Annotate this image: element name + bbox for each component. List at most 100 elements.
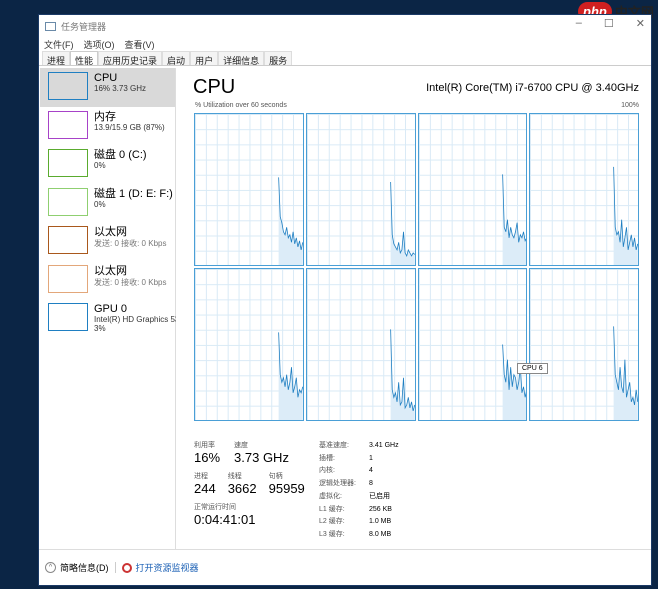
util-label: 利用率: [194, 442, 215, 449]
core-graph: [194, 113, 304, 266]
sidebar-thumbnail-graph: [48, 226, 88, 254]
core-usage-area: [613, 166, 638, 265]
sidebar-item-detail: 0%: [94, 161, 106, 170]
chevron-up-icon[interactable]: ^: [45, 562, 56, 573]
core-graph: [529, 268, 639, 421]
tab-users[interactable]: 用户: [190, 51, 219, 66]
uptime-value: 0:04:41:01: [194, 512, 256, 527]
graph-caption: % Utilization over 60 seconds: [195, 102, 287, 109]
sidebar-item-name: 磁盘 1 (D: E: F:): [94, 187, 173, 200]
maximize-button[interactable]: ☐: [604, 17, 614, 30]
spec-label: L3 缓存:: [319, 530, 345, 538]
sidebar-item[interactable]: 磁盘 1 (D: E: F:) 0%: [40, 184, 175, 223]
sidebar-item-name: 以太网: [94, 264, 127, 277]
handles-label: 句柄: [268, 473, 283, 480]
speed-label: 速度: [234, 442, 249, 449]
page-title: CPU: [193, 76, 236, 98]
tab-services[interactable]: 服务: [264, 51, 293, 66]
tab-bar: 进程 性能 应用历史记录 启动 用户 详细信息 服务: [39, 51, 651, 66]
open-resource-monitor-link[interactable]: 打开资源监视器: [136, 561, 199, 574]
sidebar-item[interactable]: CPU 16% 3.73 GHz: [40, 68, 175, 107]
sidebar-thumbnail-graph: [48, 110, 88, 139]
tab-processes[interactable]: 进程: [42, 51, 71, 66]
window-title: 任务管理器: [61, 21, 107, 32]
core-usage-area: [390, 181, 415, 265]
fewer-details-button[interactable]: 简略信息(D): [60, 561, 109, 574]
resource-monitor-icon: [121, 562, 132, 573]
spec-label: 内核:: [319, 467, 335, 475]
core-graph: [417, 113, 528, 266]
core-graph: [305, 113, 416, 266]
sidebar-thumbnail-graph: [48, 149, 88, 177]
sidebar-item[interactable]: 磁盘 0 (C:) 0%: [40, 145, 175, 184]
task-manager-icon: [45, 21, 56, 31]
sidebar-item[interactable]: 以太网 发送: 0 接收: 0 Kbps: [40, 261, 175, 300]
sidebar-thumbnail-graph: [48, 187, 88, 216]
sidebar-item[interactable]: 内存 13.9/15.9 GB (87%): [40, 107, 175, 146]
sidebar-item-detail: 0%: [94, 199, 106, 209]
sidebar-item[interactable]: GPU 0 Intel(R) HD Graphics 530 3%: [40, 299, 176, 338]
util-value: 16%: [194, 450, 221, 465]
sidebar-item-name: CPU: [94, 72, 118, 84]
speed-value: 3.73 GHz: [234, 450, 289, 465]
sidebar-item-name: GPU 0: [94, 303, 128, 315]
sidebar-item-name: 内存: [94, 110, 116, 123]
sidebar-thumbnail-graph: [48, 72, 88, 100]
task-manager-window: 任务管理器 – ☐ ✕ 文件(F) 选项(O) 查看(V) 进程 性能 应用历史…: [38, 14, 652, 586]
spec-label: 基准速度:: [319, 442, 349, 449]
tab-app-history[interactable]: 应用历史记录: [98, 51, 163, 66]
threads-label: 线程: [227, 473, 242, 480]
processes-label: 进程: [194, 473, 208, 480]
spec-label: 逻辑处理器:: [319, 480, 356, 488]
close-button[interactable]: ✕: [636, 17, 645, 30]
handles-value: 95959: [268, 481, 305, 496]
sidebar-item-name: 磁盘 0 (C:): [94, 149, 147, 161]
menu-bar: 文件(F) 选项(O) 查看(V): [39, 37, 651, 51]
sidebar-item-detail: 13.9/15.9 GB (87%): [94, 122, 165, 132]
cpu-panel: CPU Intel(R) Core(TM) i7-6700 CPU @ 3.40…: [179, 68, 643, 549]
tab-details[interactable]: 详细信息: [218, 51, 265, 66]
spec-value: 已启用: [369, 492, 390, 500]
tab-performance[interactable]: 性能: [70, 51, 99, 66]
cpu-specs: 基准速度: 3.41 GHz 插槽: 1 内核: 4 逻辑处理器: 8 虚拟化: 已启用 L1 缓存…: [319, 440, 399, 542]
cpu-stats: 利用率 16% 速度 3.73 GHz 进程 244 线程 3662 句柄 95959 正…: [194, 440, 305, 527]
spec-label: 虚拟化:: [319, 492, 342, 500]
core-usage-area: [502, 174, 527, 265]
sidebar-item-name: 以太网: [94, 226, 127, 238]
spec-label: L2 缓存:: [319, 518, 345, 526]
menu-file[interactable]: 文件(F): [44, 38, 74, 51]
core-usage-area: [390, 329, 415, 420]
core-graph: [194, 268, 304, 421]
divider: [114, 562, 116, 573]
spec-label: L1 缓存:: [319, 505, 345, 513]
menu-options[interactable]: 选项(O): [84, 38, 115, 51]
title-bar: 任务管理器 – ☐ ✕: [39, 15, 651, 37]
core-usage-line: [390, 182, 414, 256]
spec-value: 3.41 GHz: [369, 442, 399, 449]
cpu-model: Intel(R) Core(TM) i7-6700 CPU @ 3.40GHz: [426, 82, 639, 94]
footer: ^ 简略信息(D) 打开资源监视器: [39, 549, 651, 585]
threads-value: 3662: [227, 481, 257, 496]
core-usage-area: [502, 344, 527, 420]
sidebar-thumbnail-graph: [48, 303, 88, 331]
uptime-label: 正常运行时间: [194, 504, 236, 511]
sidebar-item-usage: 3%: [94, 324, 106, 333]
sidebar-item-detail: 16% 3.73 GHz: [94, 84, 147, 93]
core-graph: [529, 113, 639, 266]
menu-view[interactable]: 查看(V): [125, 38, 155, 51]
graph-max-label: 100%: [621, 102, 639, 109]
sidebar-item[interactable]: 以太网 发送: 0 接收: 0 Kbps: [40, 222, 175, 261]
spec-value: 8: [369, 480, 373, 488]
tab-startup[interactable]: 启动: [162, 51, 191, 66]
core-graph: [417, 268, 528, 421]
spec-value: 1.0 MB: [369, 518, 392, 526]
processes-value: 244: [194, 481, 216, 496]
core-graphs: [194, 113, 639, 421]
minimize-button[interactable]: –: [576, 17, 582, 30]
spec-value: 1: [369, 454, 373, 462]
resource-sidebar: CPU 16% 3.73 GHz 内存 13.9/15.9 GB (87%) 磁盘 0 …: [40, 68, 176, 549]
core-usage-area: [278, 177, 303, 265]
spec-label: 插槽:: [319, 454, 335, 462]
sidebar-thumbnail-graph: [48, 264, 88, 293]
spec-value: 4: [369, 467, 373, 475]
